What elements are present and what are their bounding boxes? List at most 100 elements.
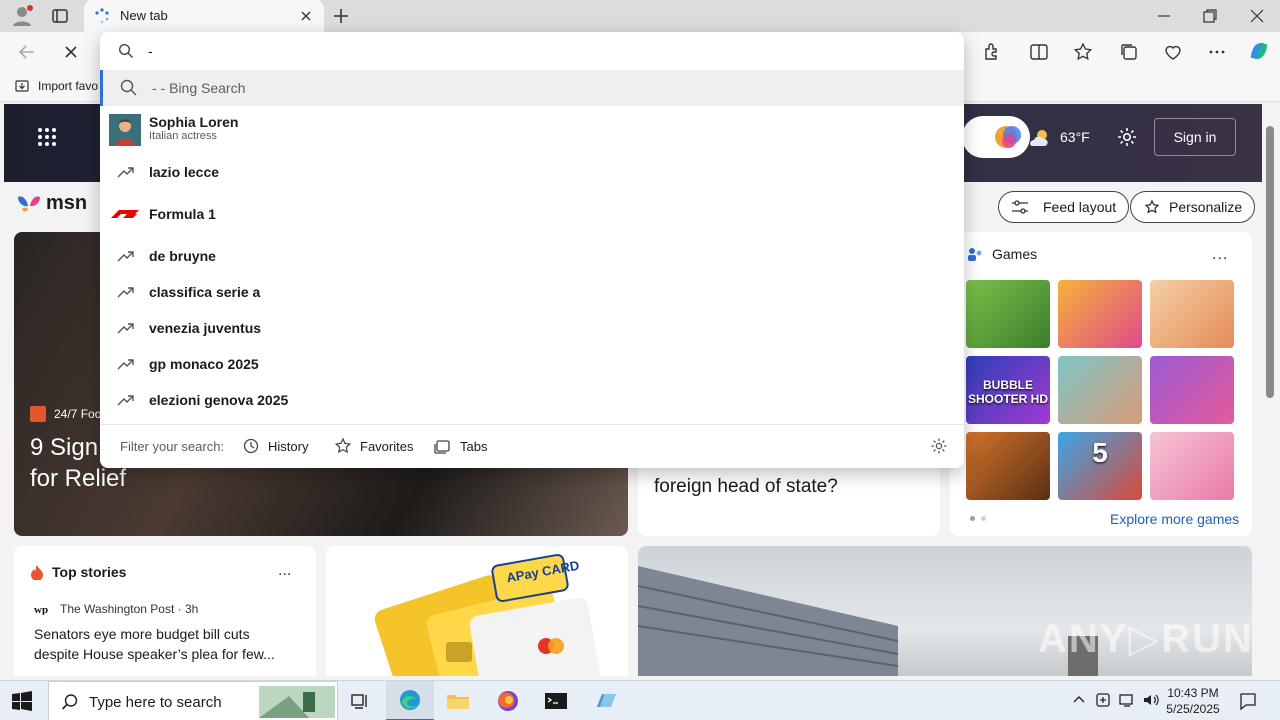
game-tile[interactable] xyxy=(1058,280,1142,348)
sign-in-button[interactable]: Sign in xyxy=(1154,118,1236,156)
filter-history-button[interactable]: History xyxy=(242,437,308,455)
suggestion-item[interactable]: Sophia Loren Italian actress xyxy=(100,108,964,152)
feed-layout-button[interactable]: Feed layout xyxy=(998,191,1130,223)
address-bar-dropdown: - - Bing Search Sophia LorenItalian actre… xyxy=(100,32,964,468)
msn-logo-text: msn xyxy=(46,192,88,214)
personalize-button[interactable]: Personalize xyxy=(1130,191,1256,223)
security-tray-icon[interactable] xyxy=(1094,691,1112,709)
top-stories-more-button[interactable]: ... xyxy=(278,562,291,580)
tab-actions-icon[interactable] xyxy=(50,6,70,26)
system-clock[interactable]: 10:43 PM 5/25/2025 xyxy=(1158,685,1228,717)
mid-card-headline: foreign head of state? xyxy=(654,476,838,497)
game-tile[interactable] xyxy=(966,280,1050,348)
carousel-dots[interactable] xyxy=(970,516,986,521)
photo-article-card[interactable]: ANY▷RUN xyxy=(638,546,1252,676)
import-favorites-button[interactable]: Import favo xyxy=(14,78,98,94)
ad-card[interactable]: APay CARD xyxy=(326,546,628,676)
task-view-button[interactable] xyxy=(336,681,384,720)
profile-icon[interactable] xyxy=(10,4,34,28)
suggestion-item[interactable]: venezia juventus xyxy=(100,310,964,346)
explore-more-games-link[interactable]: Explore more games xyxy=(1110,511,1239,527)
suggestion-label: Formula 1 xyxy=(149,206,216,222)
edge-icon xyxy=(400,690,420,710)
task-view-icon xyxy=(351,694,367,709)
taskbar-edge[interactable] xyxy=(386,681,434,720)
address-bar[interactable] xyxy=(100,32,964,70)
scrollbar-thumb[interactable] xyxy=(1266,126,1274,398)
hero-source-name: 24/7 Foo xyxy=(54,407,102,421)
games-more-button[interactable]: ... xyxy=(1212,246,1228,264)
suggestion-item[interactable]: elezioni genova 2025 xyxy=(100,382,964,418)
suggestion-item[interactable]: - - Bing Search xyxy=(100,70,964,106)
search-settings-icon[interactable] xyxy=(930,437,948,455)
trending-icon xyxy=(117,395,134,406)
trending-icon xyxy=(117,359,134,370)
game-tile[interactable] xyxy=(1150,280,1234,348)
suggestion-item[interactable]: gp monaco 2025 xyxy=(100,346,964,382)
weather-widget[interactable]: 63°F xyxy=(1026,128,1090,146)
game-tile[interactable]: BUBBLE SHOOTER HD xyxy=(966,356,1050,424)
restore-icon[interactable] xyxy=(1200,6,1220,26)
top-stories-card: Top stories ... wp The Washington Post ·… xyxy=(14,546,316,676)
loading-icon xyxy=(95,8,109,24)
show-hidden-icons-icon[interactable] xyxy=(1070,691,1088,709)
favorites-star-icon[interactable] xyxy=(1072,41,1094,63)
trending-icon xyxy=(117,251,134,262)
filter-favorites-label: Favorites xyxy=(360,438,414,454)
search-icon xyxy=(120,79,137,96)
copilot-bubble[interactable] xyxy=(962,116,1030,158)
suggestion-item[interactable]: lazio lecce xyxy=(100,154,964,190)
extensions-icon[interactable] xyxy=(980,41,1002,63)
taskbar-app[interactable] xyxy=(582,681,630,720)
more-options-icon[interactable] xyxy=(1206,41,1228,63)
game-tile[interactable] xyxy=(1150,432,1234,500)
tab-new-tab[interactable]: New tab xyxy=(84,0,324,32)
trending-icon xyxy=(117,323,134,334)
network-icon[interactable] xyxy=(1118,691,1136,709)
favorites-icon xyxy=(334,437,352,454)
taskbar-firefox[interactable] xyxy=(484,681,532,720)
stop-loading-icon[interactable] xyxy=(60,41,82,63)
apps-grid-icon[interactable] xyxy=(36,126,58,148)
copilot-icon[interactable] xyxy=(1246,38,1272,64)
game-tile[interactable]: 5 xyxy=(1058,432,1142,500)
browser-essentials-icon[interactable] xyxy=(1162,41,1184,63)
notifications-icon[interactable] xyxy=(1238,691,1258,711)
page-settings-icon[interactable] xyxy=(1116,126,1138,148)
game-tile[interactable] xyxy=(1058,356,1142,424)
suggestion-item[interactable]: de bruyne xyxy=(100,238,964,274)
games-card: Games ... BUBBLE SHOOTER HD 5 Explore mor… xyxy=(950,232,1252,536)
suggestion-label: Sophia Loren xyxy=(149,114,239,130)
close-tab-icon[interactable] xyxy=(298,8,314,24)
games-icon xyxy=(968,248,982,261)
svg-text:wp: wp xyxy=(34,604,48,615)
sliders-icon xyxy=(1012,200,1028,214)
cloudy-weather-icon xyxy=(1030,130,1048,146)
taskbar-search-box[interactable]: Type here to search xyxy=(48,681,338,720)
filter-tabs-button[interactable]: Tabs xyxy=(434,437,487,455)
suggestion-label: gp monaco 2025 xyxy=(149,356,259,372)
taskbar: Type here to search 10:43 PM 5/25/2025 xyxy=(0,680,1280,720)
suggestion-item[interactable]: classifica serie a xyxy=(100,274,964,310)
minimize-icon[interactable] xyxy=(1154,6,1174,26)
suggestion-item[interactable]: Formula 1 xyxy=(100,196,964,232)
clock-time: 10:43 PM xyxy=(1167,686,1219,700)
top-stories-title: Top stories xyxy=(52,564,127,580)
game-tile[interactable] xyxy=(1150,356,1234,424)
back-icon[interactable] xyxy=(16,41,38,63)
page-scrollbar[interactable] xyxy=(1262,104,1280,676)
new-tab-icon[interactable] xyxy=(330,5,352,27)
msn-logo[interactable]: msn xyxy=(16,192,87,215)
story-headline[interactable]: Senators eye more budget bill cuts despi… xyxy=(34,624,296,664)
collections-icon[interactable] xyxy=(1118,41,1140,63)
game-tile[interactable] xyxy=(966,432,1050,500)
taskbar-file-explorer[interactable] xyxy=(434,681,482,720)
history-icon xyxy=(243,438,259,454)
taskbar-search-icon xyxy=(61,694,78,710)
split-screen-icon[interactable] xyxy=(1028,41,1050,63)
close-window-icon[interactable] xyxy=(1247,6,1267,26)
address-input[interactable] xyxy=(148,40,928,62)
windows-start-icon[interactable] xyxy=(12,691,32,711)
filter-favorites-button[interactable]: Favorites xyxy=(334,437,413,455)
taskbar-command-prompt[interactable] xyxy=(532,681,580,720)
